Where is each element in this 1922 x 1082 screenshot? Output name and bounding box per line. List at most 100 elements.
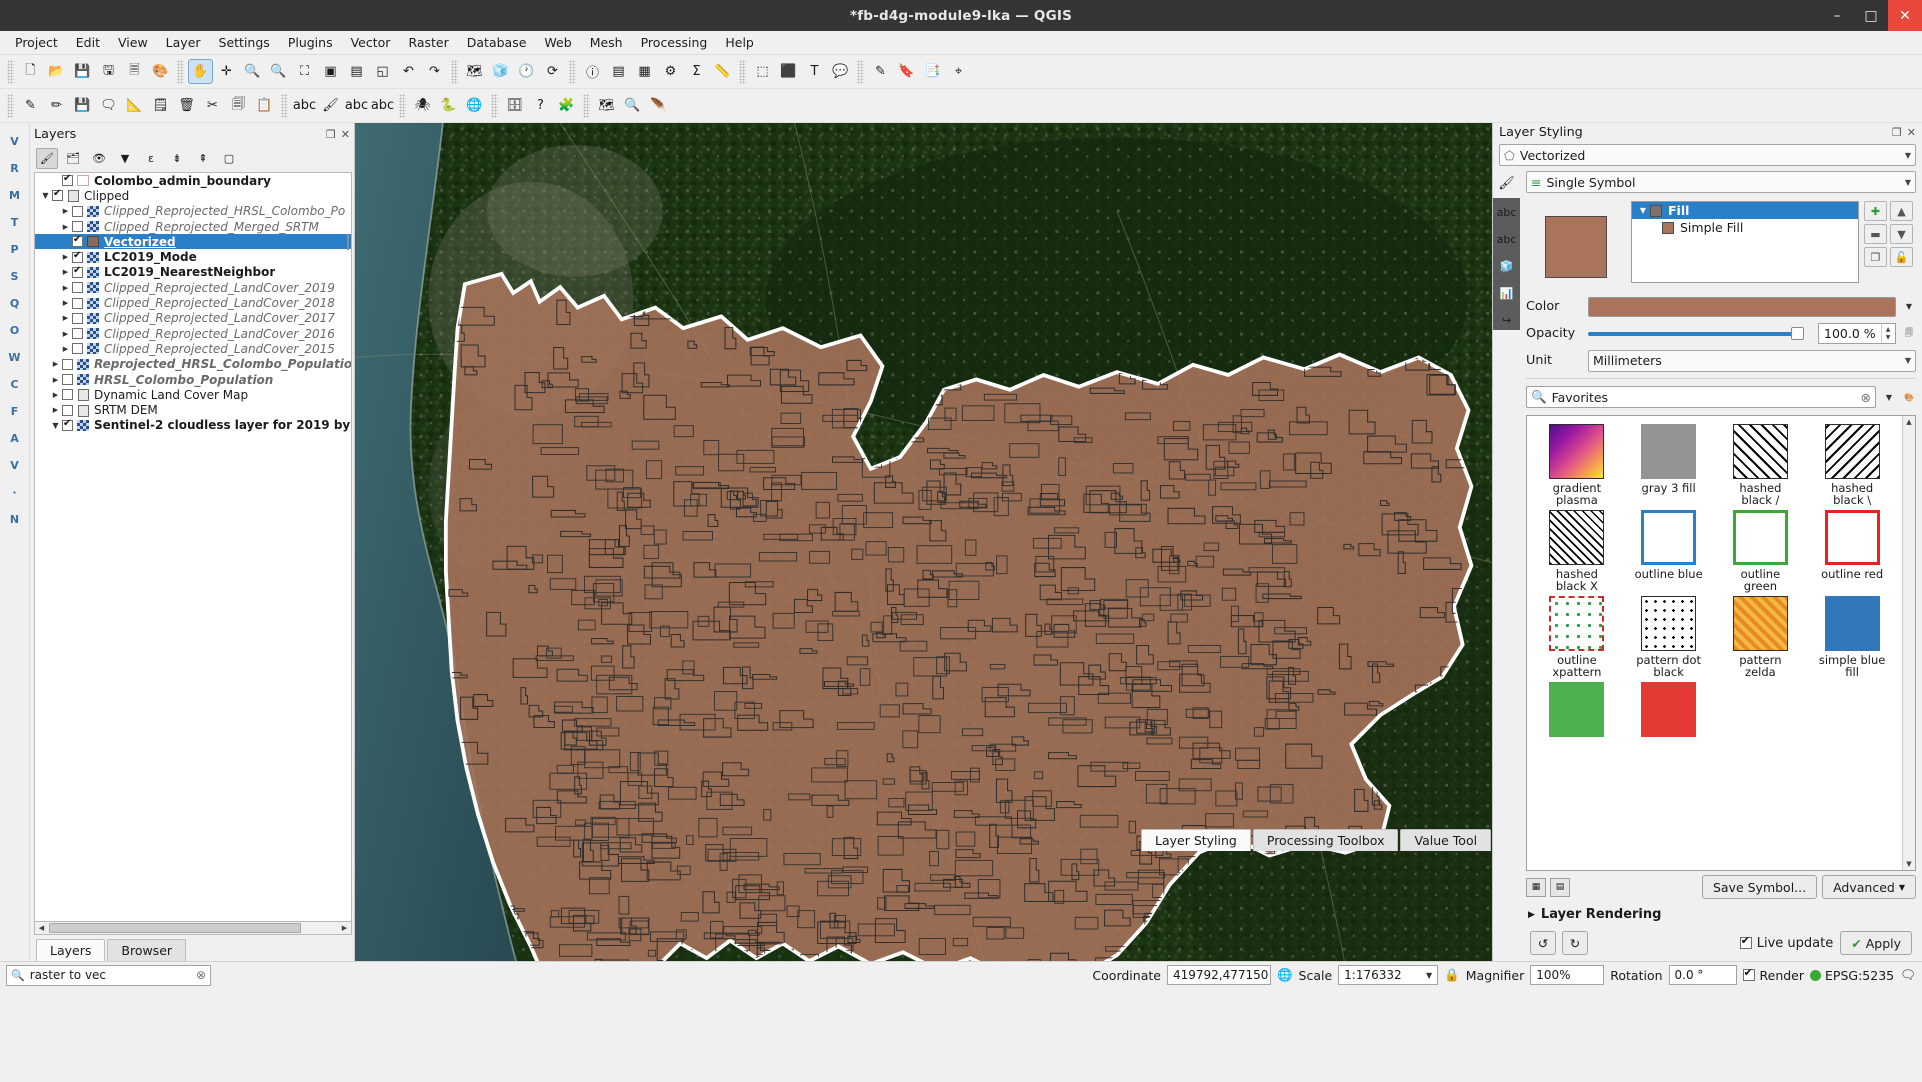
spider-diagram-icon[interactable]: 🕷 [410, 93, 435, 118]
collapse-arrow-icon[interactable]: ▼ [49, 421, 62, 430]
layer-visibility-checkbox[interactable] [62, 389, 73, 401]
coordinate-input[interactable]: 419792,477150 [1166, 965, 1271, 985]
expand-arrow-icon[interactable]: ▶ [59, 345, 72, 353]
measure-line-icon[interactable]: 📏 [710, 59, 735, 84]
expand-arrow-icon[interactable]: ▶ [59, 253, 72, 261]
expand-all-button[interactable]: ⇟ [166, 148, 188, 169]
symbol-gallery-item[interactable] [1623, 682, 1715, 737]
expand-arrow-icon[interactable]: ▶ [49, 360, 62, 368]
layer-rendering-section[interactable]: ▶ Layer Rendering [1526, 901, 1916, 928]
layer-row[interactable]: ▶ Clipped_Reprojected_LandCover_2016 [35, 326, 351, 341]
gallery-scrollbar[interactable]: ▲ ▼ [1902, 416, 1915, 870]
layer-visibility-checkbox[interactable] [52, 188, 63, 202]
menu-plugins[interactable]: Plugins [279, 33, 342, 52]
scroll-up-arrow-icon[interactable]: ▲ [1906, 418, 1911, 426]
masks-tab-icon[interactable]: abc [1496, 229, 1518, 249]
symbol-layer-row[interactable]: Simple Fill [1632, 219, 1858, 236]
remove-symbol-layer-button[interactable]: ▬ [1864, 224, 1887, 244]
add-postgis-layer-icon[interactable]: P [3, 237, 27, 261]
filter-legend-button[interactable]: ▼ [114, 148, 136, 169]
layer-row[interactable]: ▼ Clipped [35, 188, 351, 203]
layer-row[interactable]: ▼ Sentinel-2 cloudless layer for 2019 by … [35, 418, 351, 433]
open-attribute-table-icon[interactable]: ▤ [606, 59, 631, 84]
vertex-tool-icon[interactable]: 📐 [122, 93, 147, 118]
right-panel-tab[interactable]: Processing Toolbox [1252, 829, 1399, 851]
qgis-plugin-icon[interactable]: 🪶 [646, 93, 671, 118]
move-symbol-layer-down-button[interactable]: ▼ [1890, 224, 1913, 244]
expand-arrow-icon[interactable]: ▶ [59, 314, 72, 322]
zoom-to-native-icon[interactable]: ◱ [370, 59, 395, 84]
layer-visibility-checkbox[interactable] [72, 265, 83, 278]
add-wfs-layer-icon[interactable]: F [3, 399, 27, 423]
symbol-search-input[interactable]: 🔍 Favorites ⊗ [1526, 386, 1876, 408]
new-map-view-icon[interactable]: 🗺 [462, 59, 487, 84]
layer-selector-combo[interactable]: ⬠ Vectorized ▼ [1499, 144, 1916, 166]
add-mssql-layer-icon[interactable]: Q [3, 291, 27, 315]
open-project-icon[interactable]: 📂 [44, 59, 69, 84]
symbol-gallery[interactable]: gradient plasma gray 3 fill hashed black /… [1526, 415, 1916, 871]
layer-name[interactable]: Sentinel-2 cloudless layer for 2019 by E… [94, 418, 351, 432]
actions-tab-icon[interactable]: ↪ [1496, 310, 1518, 330]
layer-visibility-checkbox[interactable] [72, 312, 83, 324]
manage-map-themes-button[interactable]: 👁 [88, 148, 110, 169]
scale-combo[interactable]: 1:176332 ▼ [1338, 965, 1439, 985]
expand-arrow-icon[interactable]: ▶ [49, 391, 62, 399]
color-swatch-button[interactable] [1588, 296, 1896, 317]
symbol-gallery-item[interactable]: outline xpattern [1531, 596, 1623, 678]
layer-row[interactable]: ▶Colombo_admin_boundary [35, 173, 351, 188]
gallery-icon-view-button[interactable]: ▦ [1526, 877, 1546, 897]
expand-arrow-icon[interactable]: ▶ [49, 406, 62, 414]
symbol-gallery-item[interactable]: pattern zelda [1715, 596, 1807, 678]
symbol-filter-dropdown-icon[interactable]: ▼ [1882, 387, 1896, 407]
layer-row[interactable]: ▶ Dynamic Land Cover Map [35, 387, 351, 402]
expand-arrow-icon[interactable]: ▶ [59, 223, 72, 231]
layer-name[interactable]: Vectorized [104, 235, 176, 249]
collapse-arrow-icon[interactable]: ▼ [1636, 206, 1650, 215]
move-symbol-layer-up-button[interactable]: ▲ [1890, 201, 1913, 221]
layer-name[interactable]: Clipped_Reprojected_LandCover_2017 [104, 311, 335, 325]
expand-arrow-icon[interactable]: ▶ [49, 376, 62, 384]
panel-tab-browser[interactable]: Browser [107, 939, 187, 961]
redo-button[interactable]: ↻ [1562, 931, 1588, 955]
style-panel-close-button[interactable]: ✕ [1907, 126, 1916, 139]
change-label-icon[interactable]: abc [344, 93, 369, 118]
diagrams-tab-icon[interactable]: 📊 [1496, 283, 1518, 303]
scroll-thumb[interactable] [49, 923, 301, 933]
layer-row[interactable]: ▶Vectorized [35, 233, 351, 250]
magnifier-input[interactable]: 100% [1530, 965, 1605, 985]
show-labels-icon[interactable]: T [802, 59, 827, 84]
save-symbol-button[interactable]: Save Symbol... [1701, 875, 1818, 899]
menu-vector[interactable]: Vector [342, 33, 400, 52]
toolbar-grip[interactable] [583, 93, 590, 118]
label-toolbar-icon[interactable]: abc [292, 93, 317, 118]
add-vector-layer-icon[interactable]: V [3, 129, 27, 153]
symbol-gallery-item[interactable]: gray 3 fill [1623, 424, 1715, 506]
add-point-icon[interactable]: ⌖ [946, 59, 971, 84]
layer-visibility-checkbox[interactable] [62, 358, 73, 370]
expand-arrow-icon[interactable]: ▶ [59, 207, 72, 215]
layer-name[interactable]: HRSL_Colombo_Population [94, 373, 273, 387]
lock-scale-icon[interactable]: 🔒 [1444, 967, 1460, 983]
save-layer-edits-icon[interactable]: 💾 [70, 93, 95, 118]
live-update-checkbox[interactable] [1739, 934, 1752, 949]
layer-visibility-checkbox[interactable] [62, 173, 73, 187]
add-symbol-layer-button[interactable]: ✚ [1864, 201, 1887, 221]
layer-name[interactable]: Clipped_Reprojected_LandCover_2019 [104, 281, 335, 295]
scroll-left-arrow-icon[interactable]: ◀ [35, 924, 48, 932]
layer-row[interactable]: ▶ LC2019_NearestNeighbor [35, 265, 351, 280]
toolbar-grip[interactable] [281, 93, 288, 118]
add-oracle-layer-icon[interactable]: O [3, 318, 27, 342]
menu-edit[interactable]: Edit [67, 33, 109, 52]
toolbar-grip[interactable] [7, 59, 14, 84]
show-bookmarks-icon[interactable]: 📑 [920, 59, 945, 84]
copy-features-icon[interactable]: 🗐 [226, 93, 251, 118]
add-feature-icon[interactable]: 🗨 [96, 93, 121, 118]
zoom-next-icon[interactable]: ↷ [422, 59, 447, 84]
help-contents-icon[interactable]: ? [528, 93, 553, 118]
clear-locator-icon[interactable]: ⊗ [196, 968, 206, 982]
delete-selected-icon[interactable]: 🗑 [174, 93, 199, 118]
layer-visibility-checkbox[interactable] [72, 221, 83, 233]
layer-name[interactable]: LC2019_Mode [104, 250, 197, 264]
modify-attributes-icon[interactable]: 🗒 [148, 93, 173, 118]
symbol-gallery-item[interactable]: hashed black X [1531, 510, 1623, 592]
